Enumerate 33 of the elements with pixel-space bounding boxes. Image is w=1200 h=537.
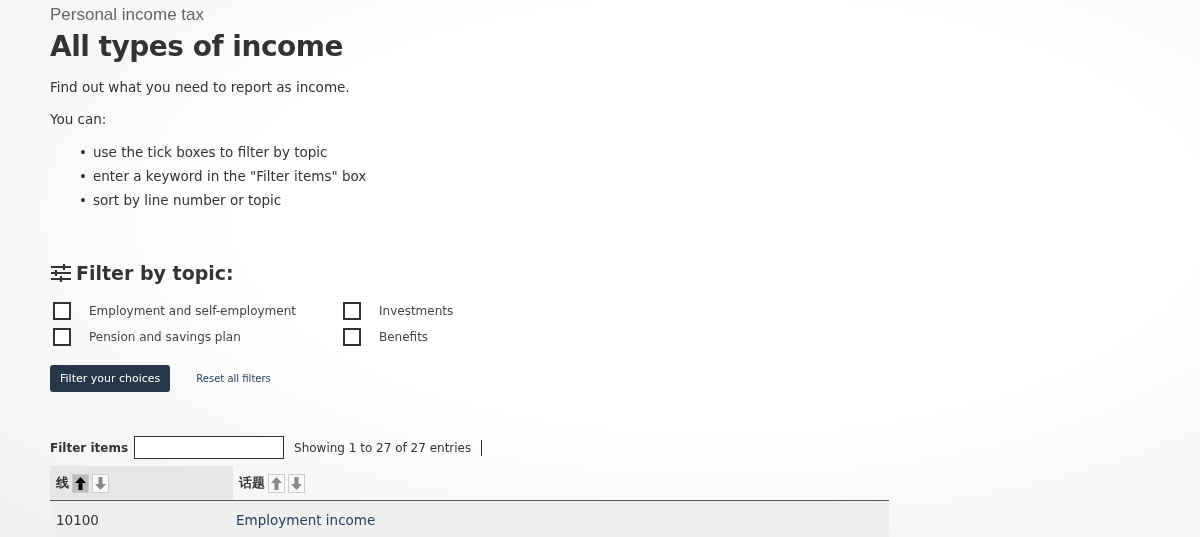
checkbox-label: Benefits (379, 330, 429, 344)
reset-link[interactable]: Reset all filters (196, 373, 271, 384)
checkbox-label: Employment and self-employment (89, 304, 296, 318)
intro-text: Find out what you need to report as income. (50, 78, 351, 96)
bullet-marker: • (79, 167, 87, 186)
bullet-text: sort by line number or topic (92, 191, 282, 210)
checkbox[interactable] (53, 328, 71, 346)
checkbox[interactable] (343, 328, 361, 346)
column-header[interactable]: 话题 (233, 466, 889, 500)
checkbox-label: Pension and savings plan (89, 330, 241, 344)
topic-link[interactable]: Employment income (236, 511, 376, 528)
entries-info: Showing 1 to 27 of 27 entries (294, 440, 472, 455)
bullet-text: use the tick boxes to filter by topic (92, 143, 328, 162)
bullet-marker: • (79, 191, 87, 210)
page-title: All types of income (50, 30, 344, 64)
filter-input[interactable] (134, 436, 285, 459)
lead-text: You can: (50, 110, 108, 128)
column-header[interactable]: 线 (50, 466, 234, 500)
line-cell-text: 10100 (55, 511, 100, 528)
sort-up-button[interactable] (72, 473, 89, 493)
bullet-marker: • (79, 143, 87, 162)
column-label: 线 (56, 474, 69, 492)
checkbox[interactable] (53, 302, 71, 320)
checkbox-label: Investments (379, 304, 454, 318)
column-label: 话题 (239, 474, 266, 492)
sort-down-button[interactable] (288, 473, 306, 493)
sliders-icon (50, 264, 72, 282)
filter-heading: Filter by topic: (76, 262, 234, 284)
filter-button[interactable]: Filter your choices (50, 365, 171, 392)
bullet-text: enter a keyword in the "Filter items" box (92, 167, 367, 186)
breadcrumb: Personal income tax (50, 4, 206, 26)
filter-label: Filter items (50, 440, 129, 455)
checkbox[interactable] (343, 302, 361, 320)
